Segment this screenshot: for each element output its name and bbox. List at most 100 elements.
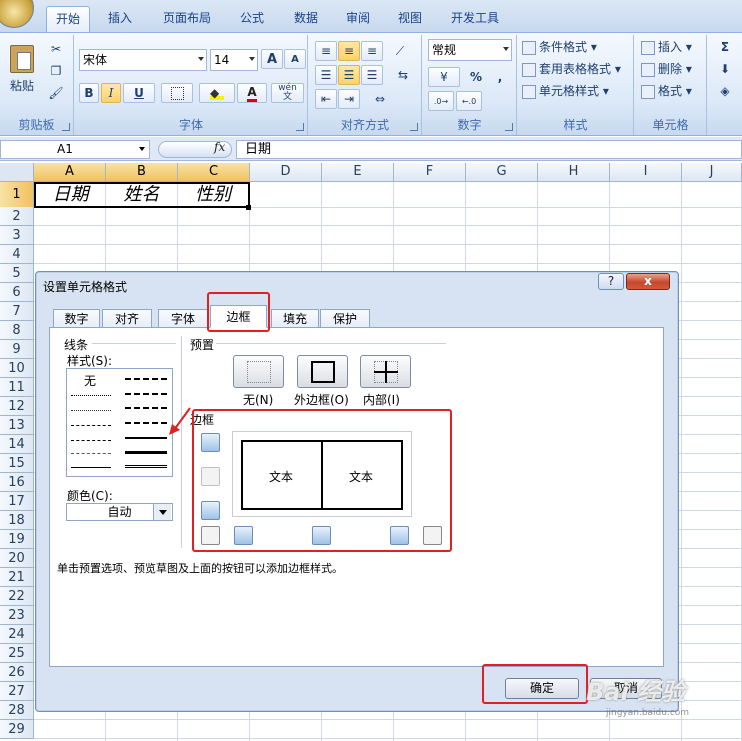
format-as-table-button[interactable]: 套用表格格式 ▾ — [522, 59, 621, 79]
dialog-tab-number[interactable]: 数字 — [53, 309, 100, 328]
row-header-8[interactable]: 8 — [0, 321, 34, 340]
tab-insert[interactable]: 插入 — [98, 6, 142, 32]
row-header-9[interactable]: 9 — [0, 340, 34, 359]
wrap-text-icon[interactable]: ⇆ — [389, 65, 417, 85]
line-style-option[interactable] — [71, 453, 111, 454]
phonetic-button[interactable]: wén 文 — [271, 83, 304, 103]
row-header-22[interactable]: 22 — [0, 587, 34, 606]
row-header-13[interactable]: 13 — [0, 416, 34, 435]
line-style-option[interactable] — [71, 425, 111, 426]
font-color-button[interactable]: A — [237, 83, 267, 103]
line-style-option[interactable] — [125, 451, 167, 454]
font-size-combo[interactable]: 14 — [210, 49, 258, 71]
merge-center-icon[interactable]: ⇔ — [365, 89, 395, 109]
autosum-button[interactable]: Σ — [712, 37, 738, 57]
grow-font-button[interactable]: A — [261, 49, 283, 69]
alignment-launcher-icon[interactable] — [410, 123, 418, 131]
cell-styles-button[interactable]: 单元格样式 ▾ — [522, 81, 609, 101]
align-center-icon[interactable]: ☰ — [338, 65, 360, 85]
align-bottom-icon[interactable]: ≡ — [361, 41, 383, 61]
fill-handle[interactable] — [246, 205, 251, 210]
dialog-tab-alignment[interactable]: 对齐 — [102, 309, 152, 328]
line-style-none[interactable]: 无 — [84, 372, 96, 389]
italic-button[interactable]: I — [101, 83, 121, 103]
tab-home[interactable]: 开始 — [46, 6, 90, 32]
preset-outline-button[interactable] — [297, 355, 348, 388]
currency-icon[interactable]: ¥ — [428, 67, 460, 87]
row-header-14[interactable]: 14 — [0, 435, 34, 454]
preset-none-button[interactable] — [233, 355, 284, 388]
row-header-25[interactable]: 25 — [0, 644, 34, 663]
row-header-2[interactable]: 2 — [0, 207, 34, 226]
row-header-16[interactable]: 16 — [0, 473, 34, 492]
decrease-decimal-icon[interactable]: ←.0 — [456, 91, 482, 111]
line-style-option[interactable] — [125, 378, 167, 380]
row-header-6[interactable]: 6 — [0, 283, 34, 302]
column-header-f[interactable]: F — [394, 163, 466, 182]
format-cells-button[interactable]: 格式 ▾ — [641, 81, 692, 101]
row-header-28[interactable]: 28 — [0, 701, 34, 720]
chevron-down-icon[interactable] — [153, 504, 171, 520]
format-painter-icon[interactable]: 🖌 — [46, 83, 66, 103]
tab-view[interactable]: 视图 — [388, 6, 432, 32]
increase-indent-icon[interactable]: ⇥ — [338, 89, 360, 109]
row-header-12[interactable]: 12 — [0, 397, 34, 416]
align-middle-icon[interactable]: ≡ — [338, 41, 360, 61]
underline-button[interactable]: U — [123, 83, 155, 103]
comma-button[interactable]: , — [489, 67, 511, 87]
formula-input[interactable]: 日期 — [236, 140, 742, 159]
align-top-icon[interactable]: ≡ — [315, 41, 337, 61]
row-header-4[interactable]: 4 — [0, 245, 34, 264]
column-header-e[interactable]: E — [322, 163, 394, 182]
font-launcher-icon[interactable] — [296, 123, 304, 131]
cut-icon[interactable]: ✂ — [46, 39, 66, 59]
column-header-b[interactable]: B — [106, 163, 178, 182]
line-style-option[interactable] — [125, 422, 167, 424]
tab-review[interactable]: 审阅 — [336, 6, 380, 32]
row-header-27[interactable]: 27 — [0, 682, 34, 701]
preset-inside-button[interactable] — [360, 355, 411, 388]
clear-icon[interactable]: ◈ — [712, 81, 738, 101]
row-header-15[interactable]: 15 — [0, 454, 34, 473]
close-button[interactable]: x — [626, 273, 670, 290]
align-left-icon[interactable]: ☰ — [315, 65, 337, 85]
column-header-h[interactable]: H — [538, 163, 610, 182]
line-style-option[interactable] — [125, 437, 167, 439]
fill-down-icon[interactable]: ⬇ — [712, 59, 738, 79]
dialog-tab-protection[interactable]: 保护 — [320, 309, 370, 328]
row-header-29[interactable]: 29 — [0, 720, 34, 739]
column-header-i[interactable]: I — [610, 163, 682, 182]
row-header-26[interactable]: 26 — [0, 663, 34, 682]
column-header-j[interactable]: J — [682, 163, 742, 182]
column-header-c[interactable]: C — [178, 163, 250, 182]
row-header-5[interactable]: 5 — [0, 264, 34, 283]
row-header-19[interactable]: 19 — [0, 530, 34, 549]
align-right-icon[interactable]: ☰ — [361, 65, 383, 85]
font-name-combo[interactable]: 宋体 — [79, 49, 207, 71]
bold-button[interactable]: B — [79, 83, 99, 103]
tab-developer[interactable]: 开发工具 — [440, 6, 510, 32]
row-header-3[interactable]: 3 — [0, 226, 34, 245]
paste-button[interactable]: 粘贴 — [4, 39, 40, 99]
line-style-option[interactable] — [71, 440, 111, 441]
row-header-17[interactable]: 17 — [0, 492, 34, 511]
clipboard-launcher-icon[interactable] — [62, 123, 70, 131]
column-header-g[interactable]: G — [466, 163, 538, 182]
tab-data[interactable]: 数据 — [284, 6, 328, 32]
increase-decimal-icon[interactable]: .0→ — [428, 91, 454, 111]
delete-cells-button[interactable]: 删除 ▾ — [641, 59, 692, 79]
row-header-10[interactable]: 10 — [0, 359, 34, 378]
row-header-21[interactable]: 21 — [0, 568, 34, 587]
copy-icon[interactable]: ❐ — [46, 61, 66, 81]
row-header-24[interactable]: 24 — [0, 625, 34, 644]
line-style-option[interactable] — [71, 467, 111, 468]
insert-cells-button[interactable]: 插入 ▾ — [641, 37, 692, 57]
tab-formulas[interactable]: 公式 — [230, 6, 274, 32]
shrink-font-button[interactable]: A — [284, 49, 306, 69]
row-header-1[interactable]: 1 — [0, 182, 34, 208]
line-style-option[interactable] — [125, 407, 167, 409]
conditional-format-button[interactable]: 条件格式 ▾ — [522, 37, 597, 57]
line-style-list[interactable]: 无 — [66, 368, 173, 477]
number-launcher-icon[interactable] — [505, 123, 513, 131]
line-style-option[interactable] — [71, 410, 111, 411]
